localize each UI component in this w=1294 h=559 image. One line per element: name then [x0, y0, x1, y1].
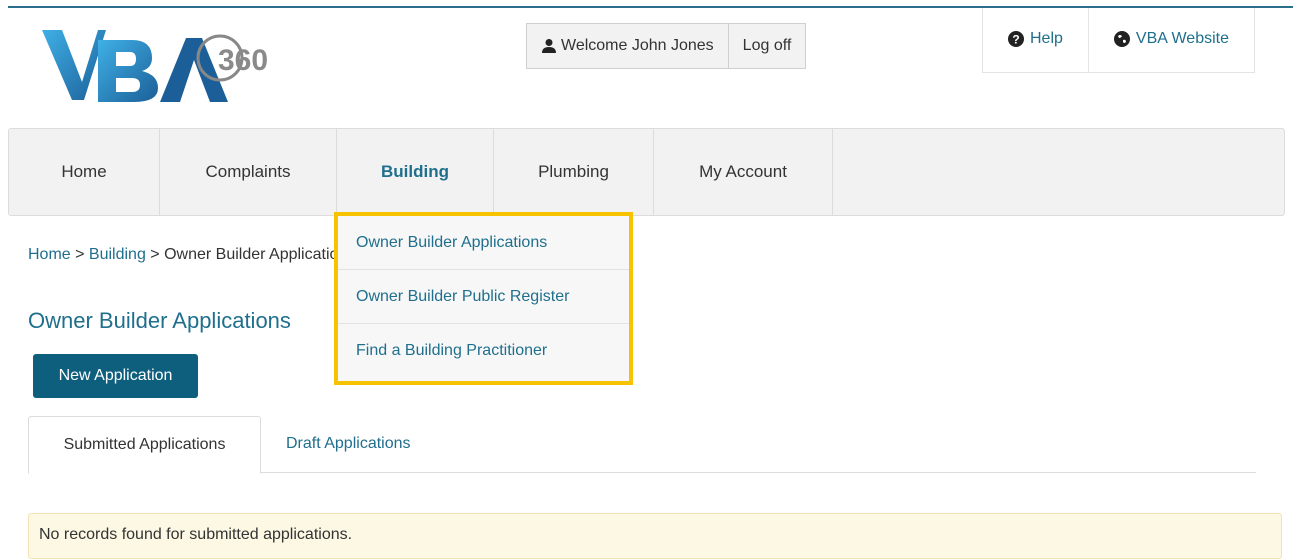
breadcrumb-building[interactable]: Building: [89, 246, 146, 263]
logo-360-text: 360: [218, 44, 268, 77]
application-tabs: Submitted Applications Draft Application…: [28, 416, 1256, 474]
tab-draft-applications[interactable]: Draft Applications: [286, 416, 411, 472]
svg-text:?: ?: [1012, 33, 1019, 47]
vba360-logo[interactable]: 360: [40, 20, 280, 110]
new-application-button[interactable]: New Application: [33, 354, 198, 398]
breadcrumb-separator: >: [70, 246, 89, 263]
main-nav: Home Complaints Building Plumbing My Acc…: [8, 128, 1285, 216]
top-links: ? Help VBA Website: [982, 8, 1255, 73]
website-label: VBA Website: [1135, 30, 1229, 47]
nav-item-my-account[interactable]: My Account: [654, 129, 833, 215]
menu-item-owner-builder-applications[interactable]: Owner Builder Applications: [338, 216, 629, 270]
breadcrumb: Home > Building > Owner Builder Applicat…: [28, 246, 355, 264]
menu-item-owner-builder-public-register[interactable]: Owner Builder Public Register: [338, 270, 629, 324]
user-icon: [542, 39, 556, 53]
logoff-button[interactable]: Log off: [727, 24, 806, 68]
globe-icon: [1113, 31, 1130, 47]
nav-item-plumbing[interactable]: Plumbing: [494, 129, 654, 215]
user-panel: Welcome John Jones Log off: [526, 23, 807, 69]
vba-website-link[interactable]: VBA Website: [1087, 8, 1254, 72]
welcome-text: Welcome John Jones: [527, 24, 728, 68]
menu-item-find-building-practitioner[interactable]: Find a Building Practitioner: [338, 324, 629, 378]
nav-item-complaints[interactable]: Complaints: [160, 129, 337, 215]
help-label: Help: [1030, 30, 1063, 47]
building-dropdown-menu: Owner Builder Applications Owner Builder…: [334, 212, 633, 385]
nav-item-home[interactable]: Home: [9, 129, 160, 215]
breadcrumb-home[interactable]: Home: [28, 246, 71, 263]
no-records-alert: No records found for submitted applicati…: [28, 513, 1282, 559]
welcome-label: Welcome John Jones: [561, 37, 714, 54]
page-title: Owner Builder Applications: [28, 308, 291, 333]
breadcrumb-current: Owner Builder Applications: [164, 246, 356, 263]
question-circle-icon: ?: [1008, 31, 1024, 47]
help-link[interactable]: ? Help: [983, 8, 1088, 72]
tab-submitted-applications[interactable]: Submitted Applications: [28, 416, 261, 474]
breadcrumb-separator: >: [145, 246, 165, 263]
nav-item-building[interactable]: Building: [337, 129, 494, 216]
